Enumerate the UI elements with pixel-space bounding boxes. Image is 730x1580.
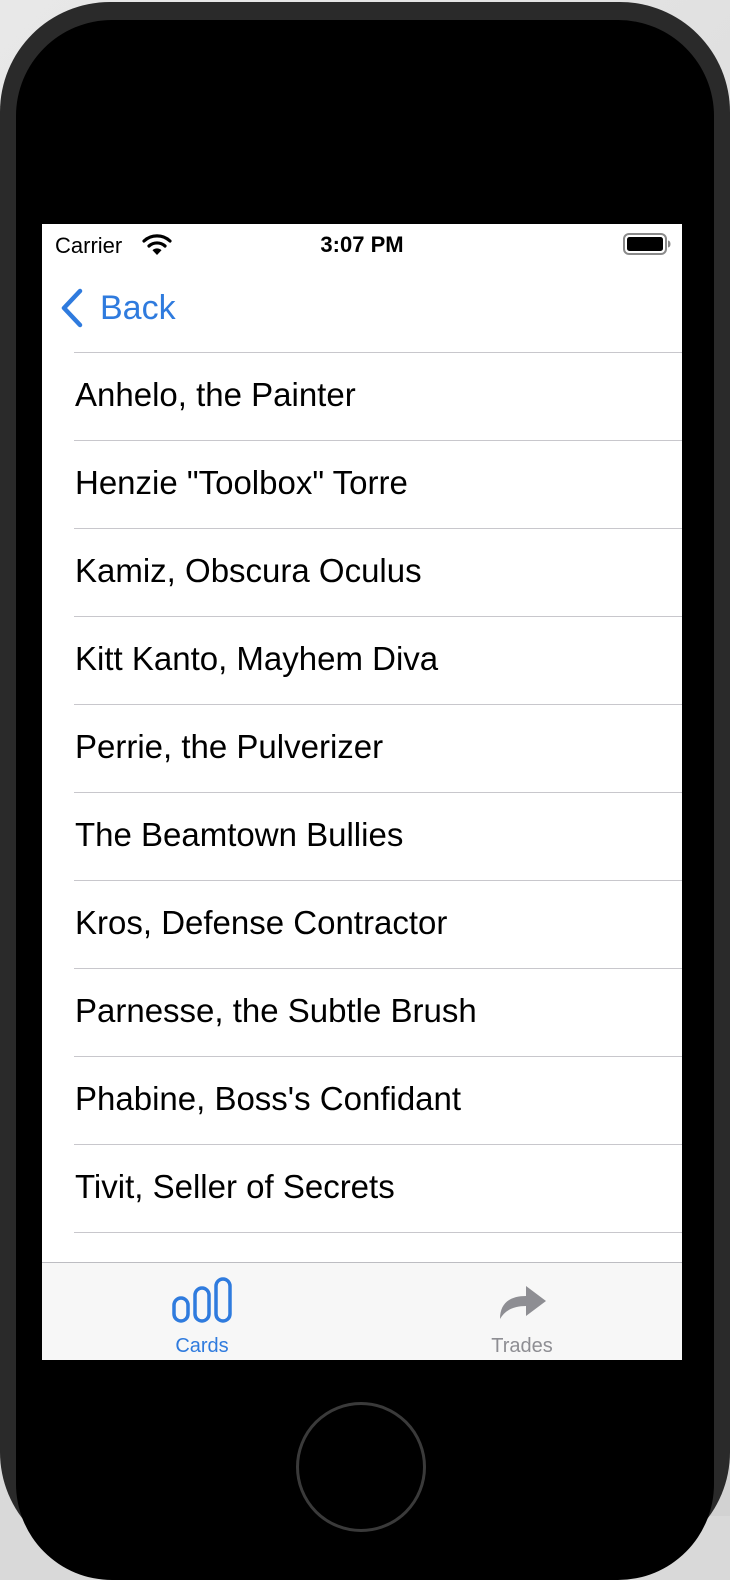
list-item[interactable]: Phabine, Boss's Confidant: [42, 1056, 682, 1144]
list-item-label: Kamiz, Obscura Oculus: [75, 552, 422, 589]
card-list[interactable]: Anhelo, the Painter Henzie "Toolbox" Tor…: [42, 352, 682, 1262]
list-item-label: Phabine, Boss's Confidant: [75, 1080, 462, 1117]
list-item-label: The Beamtown Bullies: [75, 816, 404, 853]
list-item[interactable]: Anhelo, the Painter: [42, 352, 682, 440]
list-item-label: Anhelo, the Painter: [75, 376, 356, 413]
list-item-label: Kitt Kanto, Mayhem Diva: [75, 640, 439, 677]
bar-chart-icon: [172, 1277, 232, 1323]
home-button[interactable]: [296, 1402, 426, 1532]
share-arrow-icon: [500, 1286, 546, 1319]
tab-trades[interactable]: Trades: [362, 1263, 682, 1360]
back-button[interactable]: Back: [60, 288, 176, 328]
chevron-left-icon: [61, 288, 83, 328]
list-item-label: Kros, Defense Contractor: [75, 904, 448, 941]
list-separator: [74, 1232, 682, 1233]
list-item-label: Tivit, Seller of Secrets: [75, 1168, 395, 1205]
battery-full-icon: [623, 233, 671, 255]
tab-trades-label: Trades: [491, 1335, 553, 1357]
app-screen: Carrier 3:07 PM Back Anhelo, the Painter…: [42, 224, 682, 1360]
back-button-label: Back: [100, 288, 176, 327]
clock-time: 3:07 PM: [320, 232, 404, 257]
tab-cards-label: Cards: [175, 1335, 229, 1357]
navigation-bar: Back: [42, 264, 682, 352]
tab-bar: Cards Trades: [42, 1262, 682, 1360]
list-item[interactable]: Kitt Kanto, Mayhem Diva: [42, 616, 682, 704]
list-item-label: Parnesse, the Subtle Brush: [75, 992, 477, 1029]
list-item-label: Henzie "Toolbox" Torre: [75, 464, 408, 501]
list-item[interactable]: The Beamtown Bullies: [42, 792, 682, 880]
list-item-label: Perrie, the Pulverizer: [75, 728, 384, 765]
list-item[interactable]: Perrie, the Pulverizer: [42, 704, 682, 792]
tab-cards[interactable]: Cards: [42, 1263, 362, 1360]
list-item[interactable]: Kamiz, Obscura Oculus: [42, 528, 682, 616]
status-bar: Carrier 3:07 PM: [42, 224, 682, 264]
list-item[interactable]: Parnesse, the Subtle Brush: [42, 968, 682, 1056]
list-item[interactable]: Henzie "Toolbox" Torre: [42, 440, 682, 528]
list-item[interactable]: Kros, Defense Contractor: [42, 880, 682, 968]
list-item[interactable]: Tivit, Seller of Secrets: [42, 1144, 682, 1232]
